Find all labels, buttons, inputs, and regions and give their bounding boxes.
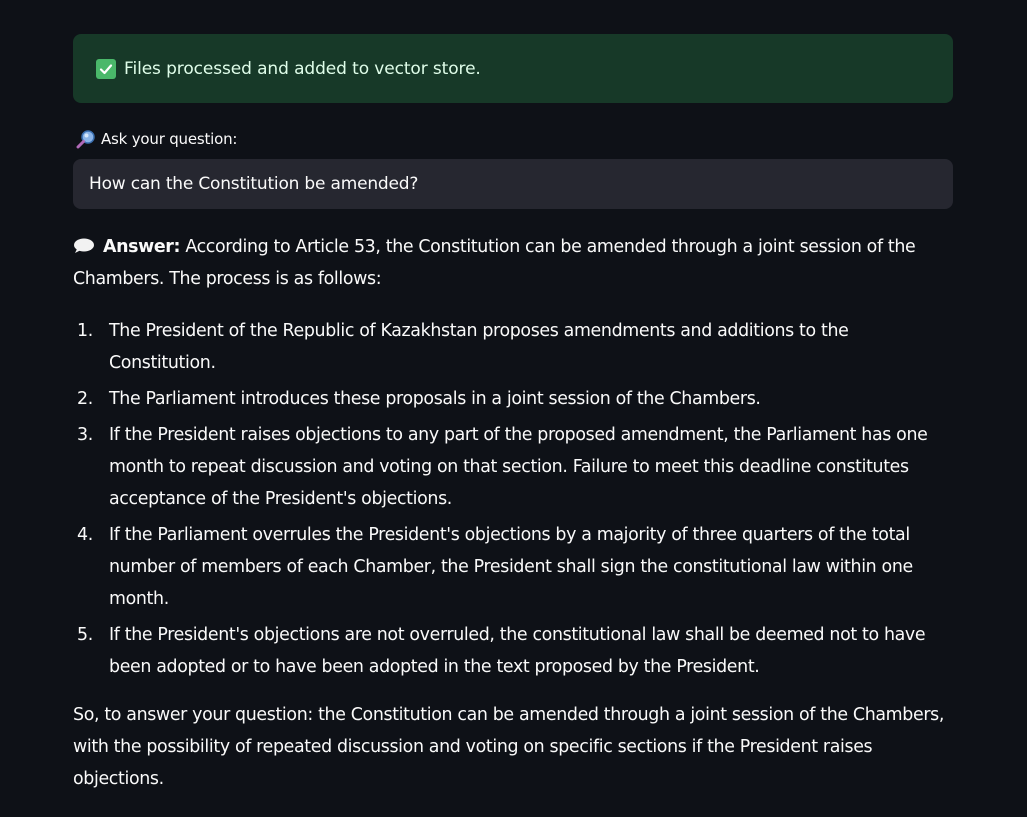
list-item-number: 1. <box>77 321 93 341</box>
list-item-number: 5. <box>77 625 93 645</box>
answer-intro-paragraph: Answer: According to Article 53, the Con… <box>73 231 953 295</box>
answer-prefix: Answer: <box>103 237 181 257</box>
list-item-number: 3. <box>77 425 93 445</box>
answer-intro: According to Article 53, the Constitutio… <box>73 237 916 289</box>
answer-block: Answer: According to Article 53, the Con… <box>73 231 953 795</box>
list-item: 2. The Parliament introduces these propo… <box>73 383 953 415</box>
check-box-icon <box>96 58 116 79</box>
magnifier-icon <box>75 129 97 149</box>
main-content: Files processed and added to vector stor… <box>73 34 953 795</box>
list-item-text: If the Parliament overrules the Presiden… <box>109 525 913 609</box>
question-input[interactable]: How can the Constitution be amended? <box>73 159 953 209</box>
list-item: 1. The President of the Republic of Kaza… <box>73 315 953 379</box>
success-message: Files processed and added to vector stor… <box>124 58 481 79</box>
list-item-text: If the President's objections are not ov… <box>109 625 926 677</box>
list-item-text: The President of the Republic of Kazakhs… <box>109 321 849 373</box>
speech-bubble-icon <box>73 233 97 253</box>
question-label-row: Ask your question: <box>73 129 953 149</box>
answer-steps-list: 1. The President of the Republic of Kaza… <box>73 315 953 683</box>
answer-conclusion: So, to answer your question: the Constit… <box>73 705 945 789</box>
list-item-number: 4. <box>77 525 93 545</box>
question-label: Ask your question: <box>101 130 238 148</box>
list-item: 4. If the Parliament overrules the Presi… <box>73 519 953 615</box>
list-item: 3. If the President raises objections to… <box>73 419 953 515</box>
list-item-text: If the President raises objections to an… <box>109 425 928 509</box>
list-item-number: 2. <box>77 389 93 409</box>
question-input-value[interactable]: How can the Constitution be amended? <box>89 174 418 194</box>
success-alert: Files processed and added to vector stor… <box>73 34 953 103</box>
list-item-text: The Parliament introduces these proposal… <box>109 389 761 409</box>
list-item: 5. If the President's objections are not… <box>73 619 953 683</box>
